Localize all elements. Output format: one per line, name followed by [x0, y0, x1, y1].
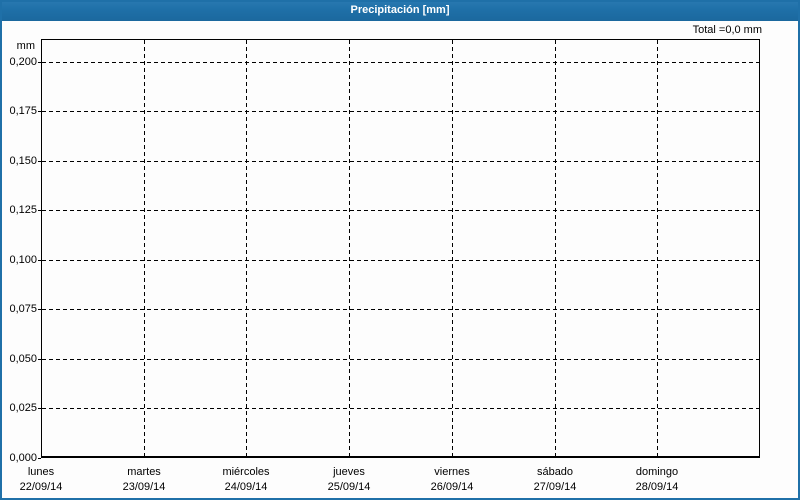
x-tick-label-date: 23/09/14	[122, 481, 166, 493]
y-axis-tick	[38, 458, 41, 459]
x-gridline	[246, 40, 247, 456]
x-tick-label-date: 26/09/14	[430, 481, 474, 493]
x-gridline	[555, 40, 556, 456]
y-axis-tick	[38, 309, 41, 310]
y-tick-label: 0,150	[9, 155, 37, 167]
y-axis-tick	[38, 408, 41, 409]
x-tick-label-date: 27/09/14	[533, 481, 577, 493]
x-gridline	[657, 40, 658, 456]
y-tick-label: 0,025	[9, 402, 37, 414]
y-axis-tick	[38, 359, 41, 360]
x-tick-label-date: 28/09/14	[635, 481, 679, 493]
y-axis-tick	[38, 62, 41, 63]
x-gridline	[452, 40, 453, 456]
x-tick-label-date: 25/09/14	[327, 481, 371, 493]
x-tick-label-day: jueves	[333, 466, 365, 478]
y-tick-label: 0,175	[9, 105, 37, 117]
x-tick-label-day: lunes	[27, 466, 55, 478]
chart-title: Precipitación [mm]	[350, 4, 450, 16]
x-tick-label-day: viernes	[434, 466, 470, 478]
y-axis-tick	[38, 210, 41, 211]
y-tick-label: 0,125	[9, 204, 37, 216]
x-tick-label-day: sábado	[536, 466, 574, 478]
y-tick-label: 0,050	[9, 353, 37, 365]
x-tick-label-date: 24/09/14	[224, 481, 268, 493]
y-gridline	[42, 161, 759, 162]
y-tick-label: 0,200	[9, 56, 37, 68]
y-tick-label: 0,100	[9, 254, 37, 266]
y-axis-tick	[38, 111, 41, 112]
y-gridline	[42, 111, 759, 112]
total-value-label: Total =0,0 mm	[692, 24, 762, 36]
precipitation-chart: Precipitación [mm] Total =0,0 mm mm 0,00…	[0, 0, 800, 500]
y-gridline	[42, 62, 759, 63]
x-gridline	[349, 40, 350, 456]
y-gridline	[42, 359, 759, 360]
x-tick-label-day: martes	[127, 466, 161, 478]
x-tick-label-day: domingo	[635, 466, 679, 478]
x-gridline	[144, 40, 145, 456]
y-gridline	[42, 260, 759, 261]
y-gridline	[42, 309, 759, 310]
y-tick-label: 0,000	[9, 452, 37, 464]
plot-area	[41, 39, 760, 458]
y-tick-label: 0,075	[9, 303, 37, 315]
y-axis-unit-label: mm	[16, 40, 35, 52]
x-tick-label-date: 22/09/14	[19, 481, 63, 493]
y-axis-tick	[38, 260, 41, 261]
y-axis-tick	[38, 161, 41, 162]
y-gridline	[42, 210, 759, 211]
chart-title-bar: Precipitación [mm]	[0, 0, 800, 21]
x-tick-label-day: miércoles	[222, 466, 270, 478]
y-gridline	[42, 408, 759, 409]
